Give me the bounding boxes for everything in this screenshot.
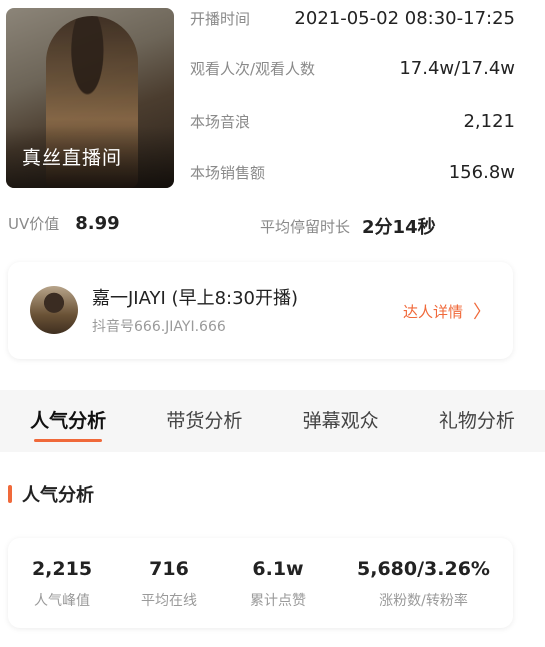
host-name: 嘉一JIAYI (早上8:30开播) [92, 288, 299, 309]
stat-label: 本场销售额 [190, 164, 266, 182]
tab-label: 弹幕观众 [302, 410, 379, 432]
metric-label: 涨粉数/转粉率 [379, 593, 468, 609]
host-id: 抖音号666.JIAYI.666 [92, 319, 226, 335]
section-title: 人气分析 [8, 481, 94, 507]
uv-value: UV价值 8.99 [8, 213, 120, 234]
stat-label: 本场音浪 [190, 113, 251, 131]
tab-label: 带货分析 [166, 410, 243, 432]
analysis-tabs: 人气分析 带货分析 弹幕观众 礼物分析 [0, 390, 545, 452]
stat-value: 156.8w [448, 162, 515, 183]
host-detail-link[interactable]: 达人详情 〉 [403, 298, 491, 324]
metric-total-likes: 6.1w 累计点赞 [222, 538, 334, 628]
stat-label: 开播时间 [190, 10, 251, 28]
stat-start-time: 开播时间 2021-05-02 08:30-17:25 [190, 8, 515, 29]
avg-stay-value: 2分14秒 [362, 217, 436, 238]
host-card[interactable]: 嘉一JIAYI (早上8:30开播) 抖音号666.JIAYI.666 达人详情… [8, 262, 513, 359]
chevron-right-icon: 〉 [473, 302, 491, 323]
avg-stay: 平均停留时长 2分14秒 [260, 213, 436, 239]
tab-gifts[interactable]: 礼物分析 [409, 390, 545, 452]
stat-value: 2021-05-02 08:30-17:25 [294, 8, 515, 29]
section-title-text: 人气分析 [22, 485, 94, 506]
cover-title: 真丝直播间 [22, 147, 123, 169]
metric-value: 5,680/3.26% [357, 558, 490, 580]
section-accent-bar [8, 485, 12, 503]
metric-avg-online: 716 平均在线 [116, 538, 222, 628]
metrics-card: 2,215 人气峰值 716 平均在线 6.1w 累计点赞 5,680/3.26… [8, 538, 513, 628]
metric-value: 2,215 [31, 558, 93, 580]
stat-value: 2,121 [463, 111, 515, 132]
stat-sales: 本场销售额 156.8w [190, 162, 515, 183]
host-detail-label: 达人详情 [402, 302, 463, 321]
avatar[interactable] [30, 286, 78, 334]
metric-label: 平均在线 [141, 593, 197, 609]
tab-active-indicator [34, 439, 103, 442]
tab-comments-audience[interactable]: 弹幕观众 [273, 390, 409, 452]
uv-number: 8.99 [75, 213, 120, 234]
tab-label: 礼物分析 [438, 410, 515, 432]
metric-value: 6.1w [252, 558, 304, 580]
avg-stay-label: 平均停留时长 [260, 217, 351, 236]
stat-label: 观看人次/观看人数 [190, 60, 316, 78]
metric-new-followers: 5,680/3.26% 涨粉数/转粉率 [334, 538, 513, 628]
uv-label: UV价值 [8, 215, 60, 233]
metric-peak-popularity: 2,215 人气峰值 [8, 538, 116, 628]
metric-label: 累计点赞 [250, 593, 306, 609]
metric-label: 人气峰值 [34, 593, 90, 609]
tab-sales[interactable]: 带货分析 [136, 390, 272, 452]
tab-label: 人气分析 [30, 410, 107, 432]
stat-views: 观看人次/观看人数 17.4w/17.4w [190, 58, 515, 79]
metric-value: 716 [149, 558, 189, 580]
stat-value: 17.4w/17.4w [399, 58, 515, 79]
tab-popularity[interactable]: 人气分析 [0, 390, 136, 452]
stat-sound-wave: 本场音浪 2,121 [190, 111, 515, 132]
live-cover-image[interactable]: 真丝直播间 [6, 8, 174, 188]
